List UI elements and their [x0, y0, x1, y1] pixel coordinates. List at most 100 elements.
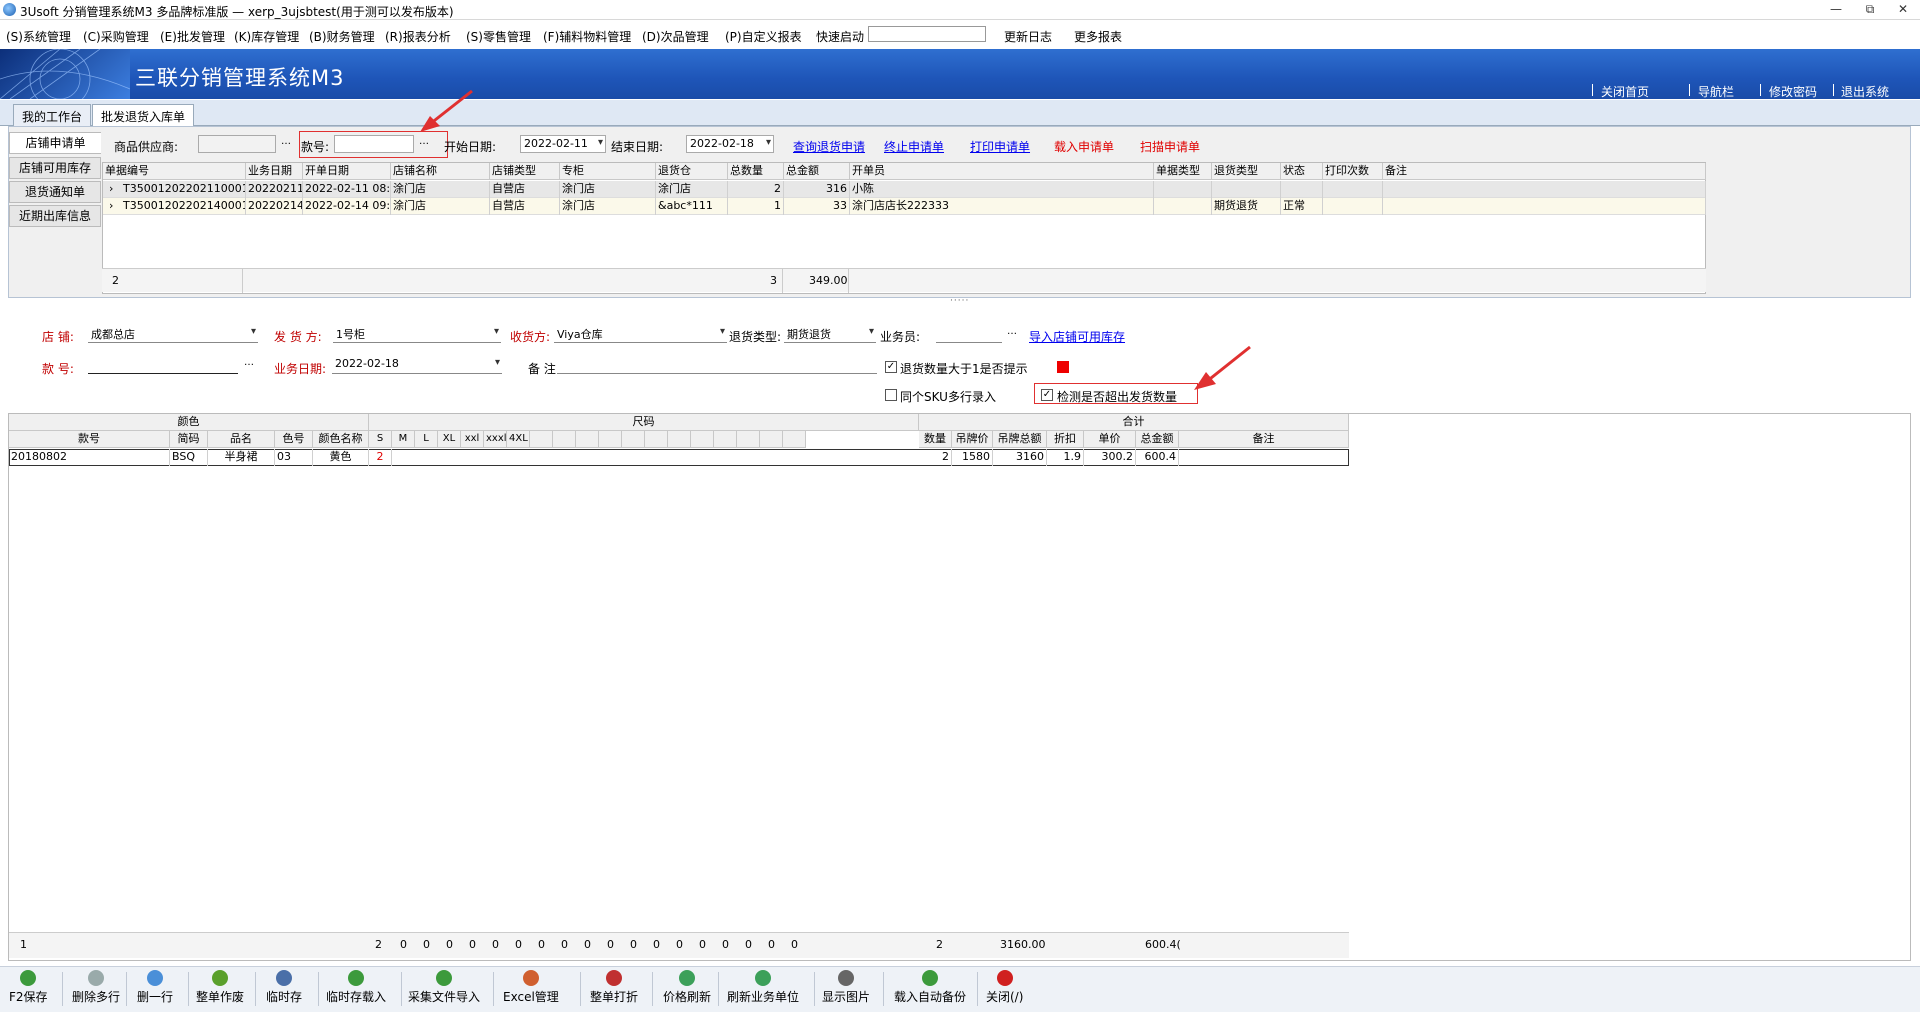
- menu-retail[interactable]: (S)零售管理: [466, 28, 531, 45]
- close-window-button[interactable]: ✕: [1893, 2, 1913, 18]
- menu-defects[interactable]: (D)次品管理: [642, 28, 709, 45]
- side-tab-recent-outbound[interactable]: 近期出库信息: [9, 205, 101, 227]
- menu-purchase[interactable]: (C)采购管理: [83, 28, 149, 45]
- minimize-button[interactable]: —: [1826, 2, 1846, 18]
- clerk-input[interactable]: [936, 325, 1002, 343]
- menu-wholesale[interactable]: (E)批发管理: [160, 28, 225, 45]
- toolbar-separator: [318, 972, 319, 1006]
- price-refresh-icon: [679, 970, 695, 986]
- end-date-label: 结束日期:: [611, 140, 664, 154]
- query-return-request-link[interactable]: 查询退货申请: [793, 138, 865, 155]
- grid-header-cell: 备注: [1383, 163, 1706, 180]
- tab-workbench[interactable]: 我的工作台: [13, 104, 92, 126]
- scan-request-link[interactable]: 扫描申请单: [1140, 138, 1200, 155]
- multi-sku-checkbox[interactable]: [885, 389, 897, 401]
- row-expand-icon[interactable]: ›: [109, 182, 113, 195]
- sender-select[interactable]: 1号柜: [333, 325, 501, 343]
- receiver-select[interactable]: Viya仓库: [554, 325, 727, 343]
- return-type-select[interactable]: 期货退货: [784, 325, 876, 343]
- toolbar-separator: [652, 972, 653, 1006]
- void-order-button[interactable]: 整单作废: [196, 968, 244, 1010]
- annotation-arrow-2-icon: [1194, 345, 1251, 390]
- terminate-request-link[interactable]: 终止申请单: [884, 138, 944, 155]
- style-picker-button[interactable]: …: [241, 357, 257, 373]
- detail-footer-size-zero: 0: [423, 938, 430, 951]
- import-file-button[interactable]: 采集文件导入: [408, 968, 480, 1010]
- grid-cell: &abc*111: [656, 198, 728, 215]
- menu-system[interactable]: (S)系统管理: [6, 28, 71, 45]
- business-date-label: 业务日期:: [274, 362, 327, 376]
- tab-wholesale-return[interactable]: 批发退货入库单: [92, 104, 195, 126]
- temp-save-icon: [276, 970, 292, 986]
- refresh-units-button[interactable]: 刷新业务单位: [727, 968, 799, 1010]
- style-input[interactable]: [88, 356, 238, 374]
- toolbar-label: 载入自动备份: [894, 990, 967, 1004]
- supplier-input[interactable]: [198, 135, 276, 153]
- link-logout[interactable]: 退出系统: [1841, 83, 1889, 100]
- shop-select[interactable]: 成都总店: [88, 325, 258, 343]
- discount-button[interactable]: 整单打折: [590, 968, 638, 1010]
- supplier-picker-button[interactable]: …: [278, 136, 294, 152]
- multi-sku-label: 同个SKU多行录入: [900, 390, 996, 404]
- link-change-password[interactable]: 修改密码: [1769, 83, 1817, 100]
- detail-footer-size-zero: 0: [584, 938, 591, 951]
- import-shop-stock-link[interactable]: 导入店铺可用库存: [1029, 328, 1125, 345]
- show-image-button[interactable]: 显示图片: [822, 968, 870, 1010]
- link-close-home[interactable]: 关闭首页: [1601, 83, 1649, 100]
- size-header-cell: [622, 431, 645, 448]
- toolbar-separator: [62, 972, 63, 1006]
- qty-warning-checkbox[interactable]: ✓: [885, 361, 897, 373]
- grid-cell: [1154, 198, 1212, 215]
- menu-custom-reports[interactable]: (P)自定义报表: [725, 28, 802, 45]
- excel-button[interactable]: Excel管理: [503, 968, 559, 1010]
- save-button[interactable]: F2保存: [9, 968, 48, 1010]
- detail-footer-size-zero: 0: [722, 938, 729, 951]
- size-s-qty-cell[interactable]: 2: [369, 449, 392, 466]
- detail-cell: 1580: [952, 449, 993, 466]
- temp-load-button[interactable]: 临时存载入: [326, 968, 386, 1010]
- size-header-cell: XL: [438, 431, 461, 448]
- start-date-picker[interactable]: 2022-02-11: [520, 135, 606, 153]
- splitter-handle[interactable]: ·····: [950, 296, 969, 306]
- side-tab-return-notice[interactable]: 退货通知单: [9, 181, 101, 203]
- menu-reports[interactable]: (R)报表分析: [385, 28, 451, 45]
- menu-inventory[interactable]: (K)库存管理: [234, 28, 299, 45]
- banner-title: 三联分销管理系统M3: [135, 66, 345, 90]
- menu-materials[interactable]: (F)辅料物料管理: [543, 28, 631, 45]
- end-date-picker[interactable]: 2022-02-18: [686, 135, 774, 153]
- print-request-link[interactable]: 打印申请单: [970, 138, 1030, 155]
- side-tab-shop-request[interactable]: 店铺申请单: [9, 132, 101, 154]
- close-button[interactable]: 关闭(/): [986, 968, 1023, 1010]
- delete-rows-button[interactable]: 删除多行: [72, 968, 120, 1010]
- toolbar-label: 刷新业务单位: [727, 990, 800, 1004]
- business-date-picker[interactable]: 2022-02-18: [332, 356, 502, 374]
- size-header-cell: [645, 431, 668, 448]
- grid-cell: 2022-02-11 08:5: [303, 181, 391, 198]
- load-backup-button[interactable]: 载入自动备份: [894, 968, 966, 1010]
- quick-launch-input[interactable]: [868, 26, 986, 42]
- grid-header-cell: 业务日期: [246, 163, 303, 180]
- menu-more-reports[interactable]: 更多报表: [1074, 28, 1122, 45]
- import-file-icon: [436, 970, 452, 986]
- show-image-icon: [838, 970, 854, 986]
- temp-save-button[interactable]: 临时存: [266, 968, 302, 1010]
- clerk-picker-button[interactable]: …: [1004, 326, 1020, 342]
- side-tab-shop-stock[interactable]: 店铺可用库存: [9, 157, 101, 179]
- menu-changelog[interactable]: 更新日志: [1004, 28, 1052, 45]
- toolbar-label: 价格刷新: [663, 990, 712, 1004]
- remark-input[interactable]: [557, 356, 877, 374]
- link-nav-bar[interactable]: 导航栏: [1698, 83, 1734, 100]
- delete-row-button[interactable]: 删一行: [137, 968, 173, 1010]
- size-header-cell: [530, 431, 553, 448]
- load-request-link[interactable]: 载入申请单: [1054, 138, 1114, 155]
- restore-button[interactable]: ⧉: [1860, 2, 1880, 18]
- delete-rows-icon: [88, 970, 104, 986]
- menu-finance[interactable]: (B)财务管理: [309, 28, 375, 45]
- price-refresh-button[interactable]: 价格刷新: [663, 968, 711, 1010]
- detail-footer-size-zero: 0: [791, 938, 798, 951]
- toolbar-separator: [814, 972, 815, 1006]
- grid-cell: T35001202202140001: [121, 198, 246, 215]
- row-expand-icon[interactable]: ›: [109, 199, 113, 212]
- grid-cell: 33: [784, 198, 850, 215]
- toolbar-separator: [718, 972, 719, 1006]
